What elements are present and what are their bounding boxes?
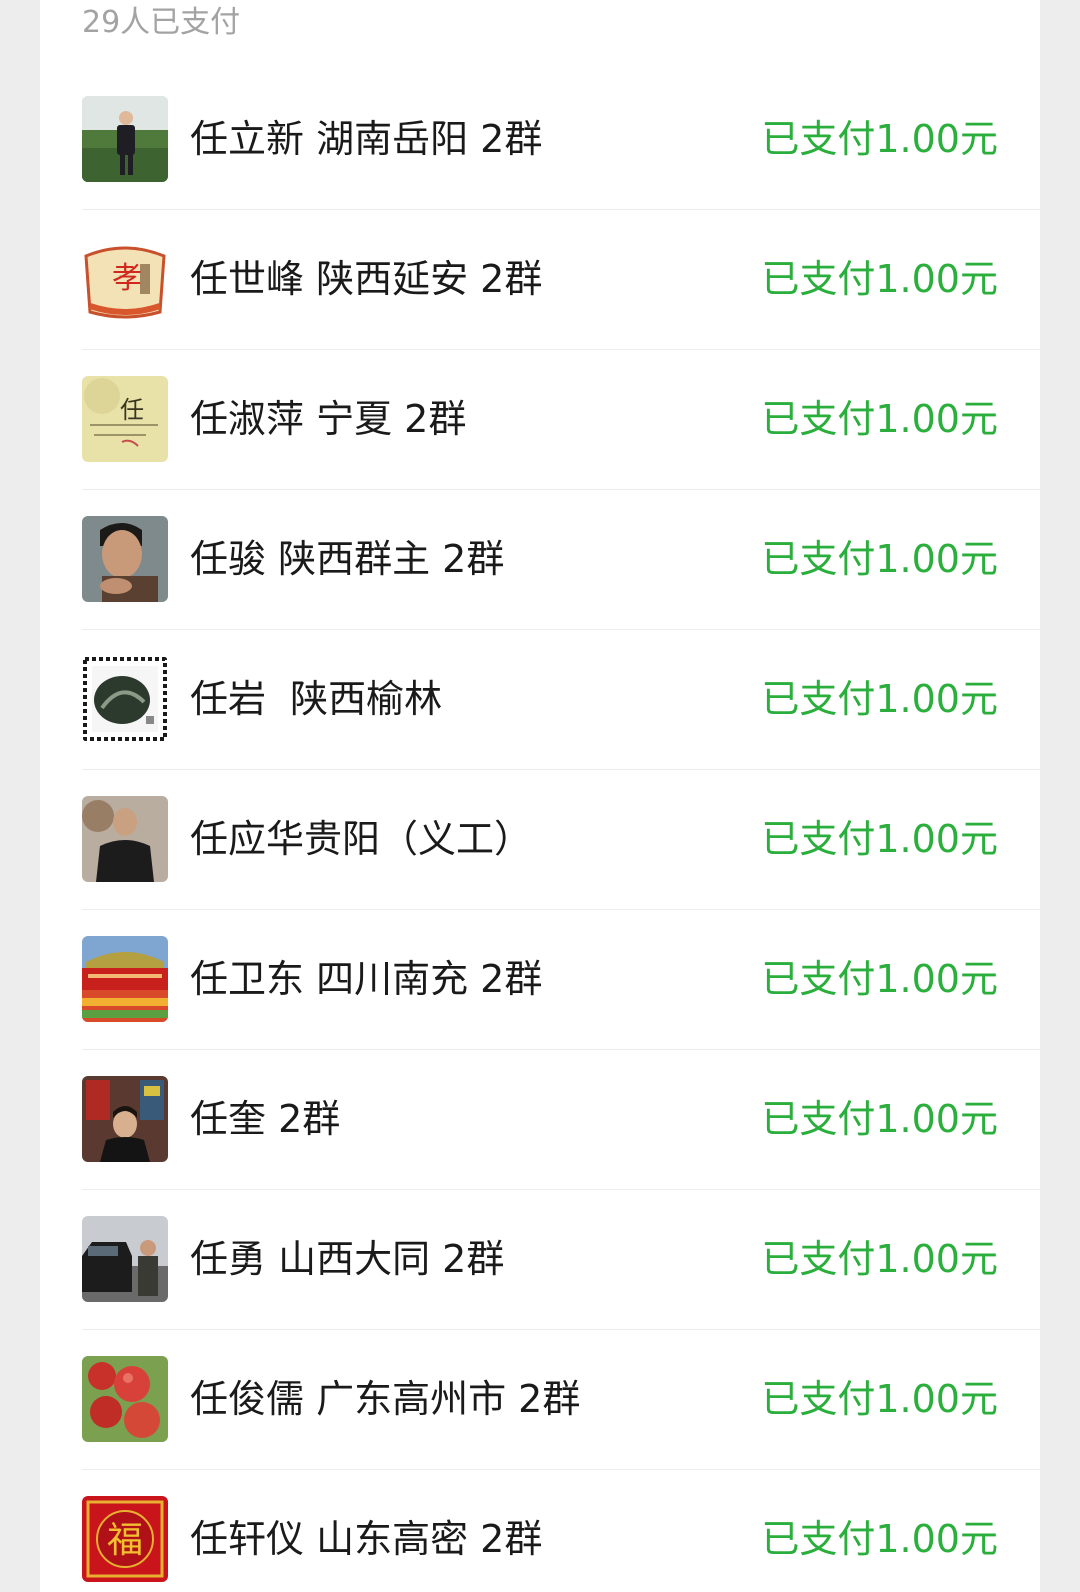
list-item[interactable]: 任勇 山西大同 2群 已支付1.00元 [82, 1190, 1040, 1330]
payer-name: 任世峰 陕西延安 2群 [190, 257, 543, 301]
payment-status: 已支付1.00元 [761, 257, 998, 301]
xiao-character: 孝 [112, 261, 142, 296]
ren-character: 任 [120, 396, 144, 424]
list-item[interactable]: 任立新 湖南岳阳 2群 已支付1.00元 [82, 70, 1040, 210]
xiao-character-fan-icon: 孝 [82, 236, 168, 322]
banner-flowers-photo-icon [82, 936, 168, 1022]
man-field-photo-icon [82, 96, 168, 182]
man-car-photo-icon [82, 1216, 168, 1302]
payer-name: 任勇 山西大同 2群 [190, 1237, 505, 1281]
payer-name: 任淑萍 宁夏 2群 [190, 397, 467, 441]
payer-name: 任卫东 四川南充 2群 [190, 957, 543, 1001]
payment-status: 已支付1.00元 [761, 1097, 998, 1141]
payment-status: 已支付1.00元 [761, 1517, 998, 1561]
payer-name: 任轩仪 山东高密 2群 [190, 1517, 543, 1561]
ren-calligraphy-icon: 任 [82, 376, 168, 462]
man-portrait-icon [82, 516, 168, 602]
list-item[interactable]: 任卫东 四川南充 2群 已支付1.00元 [82, 910, 1040, 1050]
list-item[interactable]: 任骏 陕西群主 2群 已支付1.00元 [82, 490, 1040, 630]
paid-count-label: 29人已支付 [82, 5, 241, 40]
payer-name: 任岩 陕西榆林 [190, 677, 443, 721]
payer-name: 任骏 陕西群主 2群 [190, 537, 505, 581]
payment-status: 已支付1.00元 [761, 537, 998, 581]
list-item[interactable]: 孝 任世峰 陕西延安 2群 已支付1.00元 [82, 210, 1040, 350]
payment-status: 已支付1.00元 [761, 1377, 998, 1421]
payment-status: 已支付1.00元 [761, 117, 998, 161]
stamp-landscape-icon [82, 656, 168, 742]
payer-name: 任俊儒 广东高州市 2群 [190, 1377, 581, 1421]
payer-name: 任奎 2群 [190, 1097, 341, 1141]
man-indoor-photo-icon [82, 796, 168, 882]
list-item[interactable]: 福 任轩仪 山东高密 2群 已支付1.00元 [82, 1470, 1040, 1592]
fu-character: 福 [107, 1520, 143, 1561]
list-item[interactable]: 任奎 2群 已支付1.00元 [82, 1050, 1040, 1190]
payment-list-card: 29人已支付 任立新 湖南岳阳 2群 已支付1.00元 孝 任世峰 陕西延安 2… [40, 0, 1040, 1592]
list-item[interactable]: 任俊儒 广东高州市 2群 已支付1.00元 [82, 1330, 1040, 1470]
payment-status: 已支付1.00元 [761, 817, 998, 861]
payment-status: 已支付1.00元 [761, 397, 998, 441]
payer-list: 任立新 湖南岳阳 2群 已支付1.00元 孝 任世峰 陕西延安 2群 已支付1.… [82, 70, 1040, 1592]
payment-status: 已支付1.00元 [761, 677, 998, 721]
payment-status: 已支付1.00元 [761, 957, 998, 1001]
list-item[interactable]: 任岩 陕西榆林 已支付1.00元 [82, 630, 1040, 770]
payer-name: 任立新 湖南岳阳 2群 [190, 117, 543, 161]
list-item[interactable]: 任 任淑萍 宁夏 2群 已支付1.00元 [82, 350, 1040, 490]
payment-status: 已支付1.00元 [761, 1237, 998, 1281]
fu-character-icon: 福 [82, 1496, 168, 1582]
payer-name: 任应华贵阳（义工） [190, 817, 533, 861]
apples-photo-icon [82, 1356, 168, 1442]
list-item[interactable]: 任应华贵阳（义工） 已支付1.00元 [82, 770, 1040, 910]
woman-shop-photo-icon [82, 1076, 168, 1162]
